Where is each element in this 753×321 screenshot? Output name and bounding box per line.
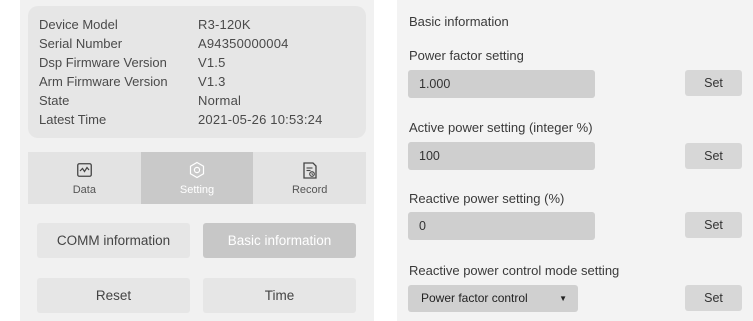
reactive-power-label: Reactive power setting (%) [409, 191, 565, 206]
tab-label: Data [72, 184, 96, 196]
info-label: Arm Firmware Version [39, 74, 168, 89]
info-value: Normal [198, 93, 242, 108]
info-label: Latest Time [39, 112, 107, 127]
reset-button[interactable]: Reset [37, 278, 190, 313]
info-row-device-model: Device Model R3-120K [39, 15, 366, 34]
gear-icon [188, 161, 206, 179]
active-power-label: Active power setting (integer %) [409, 120, 593, 135]
info-row-dsp-firmware: Dsp Firmware Version V1.5 [39, 53, 366, 72]
power-factor-label: Power factor setting [409, 48, 524, 63]
tab-label: Record [291, 184, 328, 196]
active-power-set-button[interactable]: Set [685, 143, 742, 169]
basic-information-button[interactable]: Basic information [203, 223, 356, 258]
control-mode-select[interactable]: Power factor control ▼ [408, 285, 578, 312]
active-power-input[interactable]: 100 [408, 142, 595, 170]
info-label: Dsp Firmware Version [39, 55, 167, 70]
comm-information-button[interactable]: COMM information [37, 223, 190, 258]
info-value: A94350000004 [198, 36, 289, 51]
reactive-power-set-button[interactable]: Set [685, 212, 742, 238]
power-factor-set-button[interactable]: Set [685, 70, 742, 96]
tab-setting[interactable]: Setting [140, 152, 254, 204]
tab-label: Setting [179, 184, 215, 196]
section-title: Basic information [409, 14, 509, 29]
info-label: State [39, 93, 70, 108]
device-panel: Device Model R3-120K Serial Number A9435… [20, 0, 374, 321]
power-factor-input[interactable]: 1.000 [408, 70, 595, 98]
info-row-latest-time: Latest Time 2021-05-26 10:53:24 [39, 110, 366, 129]
info-row-serial-number: Serial Number A94350000004 [39, 34, 366, 53]
info-label: Device Model [39, 17, 118, 32]
info-value: V1.3 [198, 74, 226, 89]
control-mode-value: Power factor control [421, 291, 528, 305]
info-row-arm-firmware: Arm Firmware Version V1.3 [39, 72, 366, 91]
tab-record[interactable]: Record [253, 152, 366, 204]
tab-data[interactable]: Data [28, 152, 141, 204]
info-value: R3-120K [198, 17, 251, 32]
info-label: Serial Number [39, 36, 123, 51]
info-value: V1.5 [198, 55, 226, 70]
chart-icon [75, 161, 93, 179]
control-mode-set-button[interactable]: Set [685, 285, 742, 311]
basic-information-panel: Basic information Power factor setting 1… [397, 0, 753, 321]
control-mode-label: Reactive power control mode setting [409, 263, 620, 278]
device-info-card: Device Model R3-120K Serial Number A9435… [28, 6, 366, 138]
caret-down-icon: ▼ [559, 294, 567, 303]
info-value: 2021-05-26 10:53:24 [198, 112, 323, 127]
tab-bar: Data Setting Record [28, 152, 366, 204]
info-row-state: State Normal [39, 91, 366, 110]
reactive-power-input[interactable]: 0 [408, 212, 595, 240]
record-icon [301, 161, 319, 179]
time-button[interactable]: Time [203, 278, 356, 313]
